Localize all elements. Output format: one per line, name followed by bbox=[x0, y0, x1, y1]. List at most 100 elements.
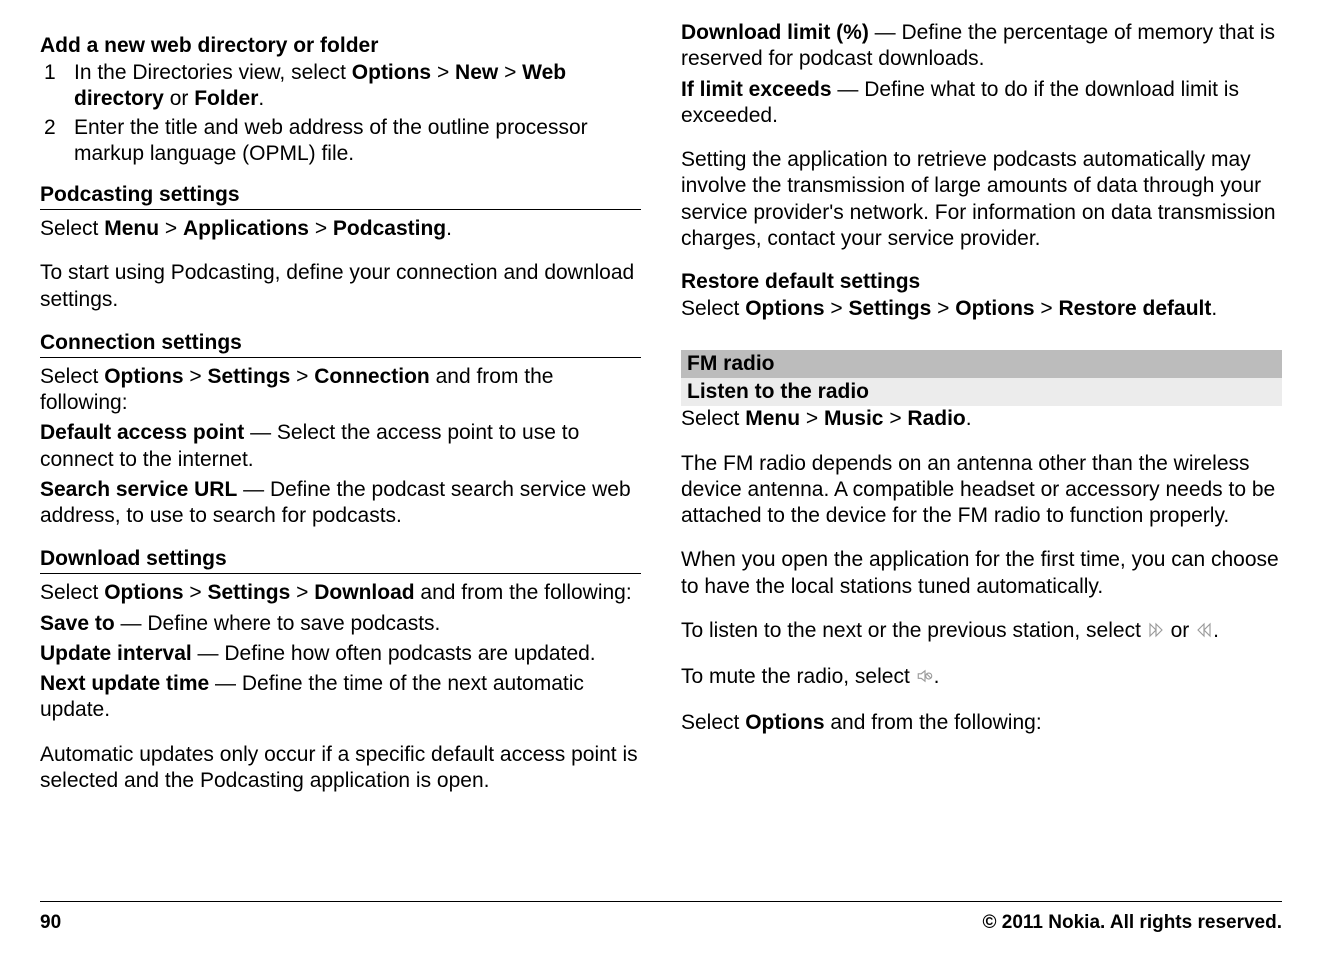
menu-path-item: Applications bbox=[183, 217, 309, 240]
menu-path-item: Menu bbox=[745, 407, 800, 430]
paragraph: To listen to the next or the previous st… bbox=[681, 618, 1282, 646]
paragraph: Automatic updates only occur if a specif… bbox=[40, 742, 641, 795]
setting-label: Update interval bbox=[40, 642, 192, 665]
menu-path-item: Settings bbox=[207, 581, 290, 604]
menu-path-item: Folder bbox=[194, 87, 258, 110]
list-body: Enter the title and web address of the o… bbox=[74, 115, 641, 168]
setting-label: Save to bbox=[40, 612, 115, 635]
download-settings-heading: Download settings bbox=[40, 547, 641, 574]
text: . bbox=[446, 217, 452, 240]
text: and from the following: bbox=[415, 581, 632, 604]
separator: > bbox=[184, 365, 208, 388]
setting-label: Next update time bbox=[40, 672, 209, 695]
setting-text: — Define where to save podcasts. bbox=[115, 612, 441, 635]
menu-path-item: Options bbox=[745, 297, 824, 320]
menu-path-item: New bbox=[455, 61, 498, 84]
separator: > bbox=[159, 217, 183, 240]
text: Select bbox=[681, 297, 745, 320]
menu-path-item: Music bbox=[824, 407, 884, 430]
menu-path-item: Options bbox=[745, 711, 824, 734]
paragraph: Select Options > Settings > Download and… bbox=[40, 580, 641, 606]
menu-path-item: Options bbox=[352, 61, 431, 84]
mute-speaker-icon bbox=[916, 666, 934, 692]
fm-radio-section-heading: FM radio bbox=[681, 350, 1282, 378]
separator: > bbox=[883, 407, 907, 430]
menu-path-item: Options bbox=[955, 297, 1034, 320]
menu-path-item: Restore default bbox=[1059, 297, 1212, 320]
setting-label: If limit exceeds bbox=[681, 78, 832, 101]
menu-path-item: Connection bbox=[314, 365, 430, 388]
text: In the Directories view, select bbox=[74, 61, 352, 84]
setting-item: Search service URL — Define the podcast … bbox=[40, 477, 641, 530]
text: Select bbox=[681, 407, 745, 430]
menu-path-item: Download bbox=[314, 581, 414, 604]
separator: > bbox=[184, 581, 208, 604]
text: or bbox=[164, 87, 194, 110]
separator: > bbox=[290, 365, 314, 388]
setting-label: Default access point bbox=[40, 421, 244, 444]
separator: > bbox=[800, 407, 824, 430]
menu-path-item: Podcasting bbox=[333, 217, 446, 240]
paragraph: Setting the application to retrieve podc… bbox=[681, 147, 1282, 252]
setting-item: Download limit (%) — Define the percenta… bbox=[681, 20, 1282, 73]
restore-default-heading: Restore default settings bbox=[681, 270, 1282, 294]
list-item: 2 Enter the title and web address of the… bbox=[44, 115, 641, 168]
skip-forward-icon bbox=[1147, 620, 1165, 646]
right-column: Download limit (%) — Define the percenta… bbox=[681, 20, 1282, 891]
text: . bbox=[966, 407, 972, 430]
paragraph: Select Menu > Music > Radio. bbox=[681, 406, 1282, 432]
setting-item: Update interval — Define how often podca… bbox=[40, 641, 641, 667]
text: To mute the radio, select bbox=[681, 665, 916, 688]
separator: > bbox=[825, 297, 849, 320]
paragraph: The FM radio depends on an antenna other… bbox=[681, 451, 1282, 530]
separator: > bbox=[498, 61, 522, 84]
menu-path-item: Settings bbox=[207, 365, 290, 388]
setting-label: Search service URL bbox=[40, 478, 237, 501]
list-body: In the Directories view, select Options … bbox=[74, 60, 641, 113]
setting-text: — Define how often podcasts are updated. bbox=[192, 642, 596, 665]
paragraph: Select Options > Settings > Connection a… bbox=[40, 364, 641, 417]
skip-backward-icon bbox=[1195, 620, 1213, 646]
paragraph: To start using Podcasting, define your c… bbox=[40, 260, 641, 313]
paragraph: Select Menu > Applications > Podcasting. bbox=[40, 216, 641, 242]
menu-path-item: Options bbox=[104, 581, 183, 604]
left-column: Add a new web directory or folder 1 In t… bbox=[40, 20, 641, 891]
text: . bbox=[1211, 297, 1217, 320]
page-number: 90 bbox=[40, 912, 61, 934]
text: Select bbox=[40, 581, 104, 604]
separator: > bbox=[309, 217, 333, 240]
setting-item: Save to — Define where to save podcasts. bbox=[40, 611, 641, 637]
text: Select bbox=[40, 365, 104, 388]
text: . bbox=[258, 87, 264, 110]
separator: > bbox=[290, 581, 314, 604]
text: Select bbox=[40, 217, 104, 240]
separator: > bbox=[1035, 297, 1059, 320]
add-web-directory-heading: Add a new web directory or folder bbox=[40, 34, 641, 58]
text: To listen to the next or the previous st… bbox=[681, 619, 1147, 642]
setting-label: Download limit (%) bbox=[681, 21, 869, 44]
text: . bbox=[1213, 619, 1219, 642]
text: Select bbox=[681, 711, 745, 734]
text: or bbox=[1165, 619, 1195, 642]
text: and from the following: bbox=[825, 711, 1042, 734]
setting-item: If limit exceeds — Define what to do if … bbox=[681, 77, 1282, 130]
paragraph: To mute the radio, select . bbox=[681, 664, 1282, 692]
setting-item: Next update time — Define the time of th… bbox=[40, 671, 641, 724]
paragraph: Select Options and from the following: bbox=[681, 710, 1282, 736]
copyright-text: © 2011 Nokia. All rights reserved. bbox=[983, 912, 1283, 934]
menu-path-item: Settings bbox=[848, 297, 931, 320]
list-number: 1 bbox=[44, 60, 74, 113]
menu-path-item: Radio bbox=[907, 407, 965, 430]
podcasting-settings-heading: Podcasting settings bbox=[40, 183, 641, 210]
menu-path-item: Options bbox=[104, 365, 183, 388]
text: . bbox=[934, 665, 940, 688]
page-footer: 90 © 2011 Nokia. All rights reserved. bbox=[40, 901, 1282, 954]
numbered-list: 1 In the Directories view, select Option… bbox=[44, 60, 641, 169]
paragraph: Select Options > Settings > Options > Re… bbox=[681, 296, 1282, 322]
list-number: 2 bbox=[44, 115, 74, 168]
menu-path-item: Menu bbox=[104, 217, 159, 240]
paragraph: When you open the application for the fi… bbox=[681, 547, 1282, 600]
connection-settings-heading: Connection settings bbox=[40, 331, 641, 358]
setting-item: Default access point — Select the access… bbox=[40, 420, 641, 473]
separator: > bbox=[431, 61, 455, 84]
